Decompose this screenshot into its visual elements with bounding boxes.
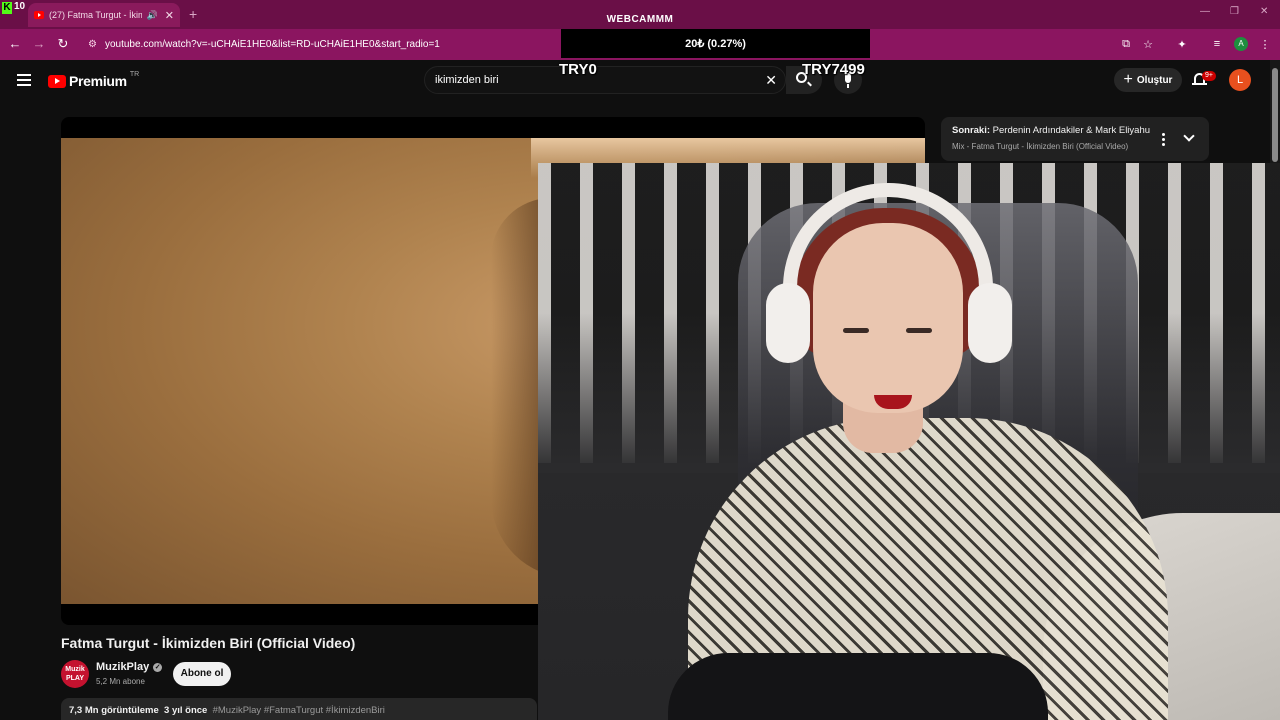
youtube-play-icon bbox=[48, 74, 66, 88]
new-tab-icon[interactable]: + bbox=[189, 6, 197, 22]
headphones-cup-right bbox=[968, 283, 1012, 363]
account-avatar[interactable]: L bbox=[1229, 69, 1251, 91]
reload-icon[interactable]: ↻ bbox=[55, 36, 71, 52]
clear-icon[interactable]: ✕ bbox=[765, 72, 777, 89]
more-options-icon[interactable] bbox=[1162, 133, 1165, 148]
chevron-down-icon[interactable] bbox=[1183, 130, 1195, 142]
kick-icon: K bbox=[2, 2, 12, 14]
address-bar[interactable]: ⚙ youtube.com/watch?v=-uCHAiE1HE0&list=R… bbox=[80, 32, 560, 57]
donation-counter: 20₺ (0.27%) bbox=[561, 29, 870, 58]
description-box[interactable]: 7,3 Mn görüntüleme 3 yıl önce #MuzikPlay… bbox=[61, 698, 537, 720]
youtube-header: Premium TR ikimizden biri ✕ + Oluştur L bbox=[0, 60, 1270, 104]
media-controls-icon[interactable]: ≡ bbox=[1210, 38, 1224, 50]
restore-icon[interactable]: ❐ bbox=[1230, 6, 1239, 17]
channel-avatar[interactable]: Muzik PLAY bbox=[61, 660, 89, 688]
up-next-line: Sonraki: Perdenin Ardındakiler & Mark El… bbox=[952, 125, 1152, 136]
channel-name[interactable]: MuzikPlay bbox=[96, 661, 149, 673]
menu-kebab-icon[interactable]: ⋮ bbox=[1258, 38, 1272, 51]
install-icon[interactable]: ⧉ bbox=[1119, 38, 1133, 51]
streamer-eye-left bbox=[843, 328, 869, 333]
window-title: WEBCAMMM bbox=[606, 14, 674, 25]
site-settings-icon[interactable]: ⚙ bbox=[88, 39, 97, 50]
extensions-icon[interactable]: ✦ bbox=[1175, 38, 1189, 51]
create-label: Oluştur bbox=[1136, 74, 1173, 86]
window-close-icon[interactable]: ✕ bbox=[1260, 6, 1268, 17]
verified-icon: ✓ bbox=[153, 662, 163, 672]
up-next-title: Perdenin Ardındakiler & Mark Eliyahu - Y… bbox=[992, 125, 1152, 136]
create-button[interactable]: + Oluştur bbox=[1114, 68, 1182, 92]
scrollbar-thumb[interactable] bbox=[1272, 68, 1278, 162]
hamburger-icon[interactable] bbox=[17, 74, 31, 86]
logo-text: Premium bbox=[69, 73, 127, 89]
speaker-icon[interactable]: 🔊 bbox=[147, 10, 158, 21]
up-next-prefix: Sonraki: bbox=[952, 125, 991, 136]
search-query: ikimizden biri bbox=[435, 74, 499, 86]
headphones-cup-left bbox=[766, 283, 810, 363]
plus-icon: + bbox=[1123, 71, 1133, 88]
screen: K 10 (27) Fatma Turgut - İkimizden Biri … bbox=[0, 0, 1280, 720]
country-code: TR bbox=[129, 70, 140, 78]
kick-count: 10 bbox=[14, 1, 26, 12]
stream-overlay-left: TRY0 bbox=[559, 61, 597, 78]
youtube-logo[interactable]: Premium TR bbox=[48, 70, 140, 89]
kick-overlay-badge: K 10 bbox=[2, 0, 30, 26]
video-title: Fatma Turgut - İkimizden Biri (Official … bbox=[61, 635, 356, 651]
subscribe-button[interactable]: Abone ol bbox=[173, 662, 231, 686]
subscriber-count: 5,2 Mn abone bbox=[96, 677, 145, 686]
tab-title: (27) Fatma Turgut - İkimizden Biri bbox=[49, 10, 142, 20]
channel-name-row[interactable]: MuzikPlay ✓ bbox=[96, 661, 163, 673]
back-icon[interactable]: ← bbox=[7, 36, 23, 51]
upload-age: 3 yıl önce bbox=[164, 705, 208, 716]
tab-close-icon[interactable]: ✕ bbox=[165, 9, 174, 22]
minimize-icon[interactable]: — bbox=[1200, 6, 1210, 17]
up-next-card[interactable]: Sonraki: Perdenin Ardındakiler & Mark El… bbox=[941, 117, 1209, 161]
browser-tabstrip: K 10 (27) Fatma Turgut - İkimizden Biri … bbox=[0, 0, 1280, 29]
notification-badge: 9+ bbox=[1202, 71, 1216, 81]
streamer-eye-right bbox=[906, 328, 932, 333]
url-text: youtube.com/watch?v=-uCHAiE1HE0&list=RD-… bbox=[104, 39, 440, 50]
forward-icon[interactable]: → bbox=[31, 36, 47, 51]
browser-profile-avatar[interactable]: A bbox=[1234, 37, 1248, 51]
stream-overlay-right: TRY7499 bbox=[802, 61, 865, 78]
hashtags[interactable]: #MuzikPlay #FatmaTurgut #İkimizdenBiri bbox=[213, 705, 385, 716]
browser-tab-youtube[interactable]: (27) Fatma Turgut - İkimizden Biri 🔊 ✕ bbox=[28, 3, 180, 27]
mic-stand bbox=[847, 84, 849, 88]
lap-dark bbox=[668, 653, 1048, 720]
bookmark-star-icon[interactable]: ☆ bbox=[1141, 38, 1155, 51]
view-count: 7,3 Mn görüntüleme bbox=[69, 705, 159, 716]
search-input[interactable]: ikimizden biri ✕ bbox=[424, 66, 786, 94]
webcam-overlay bbox=[538, 163, 1280, 720]
youtube-favicon-icon bbox=[34, 11, 44, 19]
